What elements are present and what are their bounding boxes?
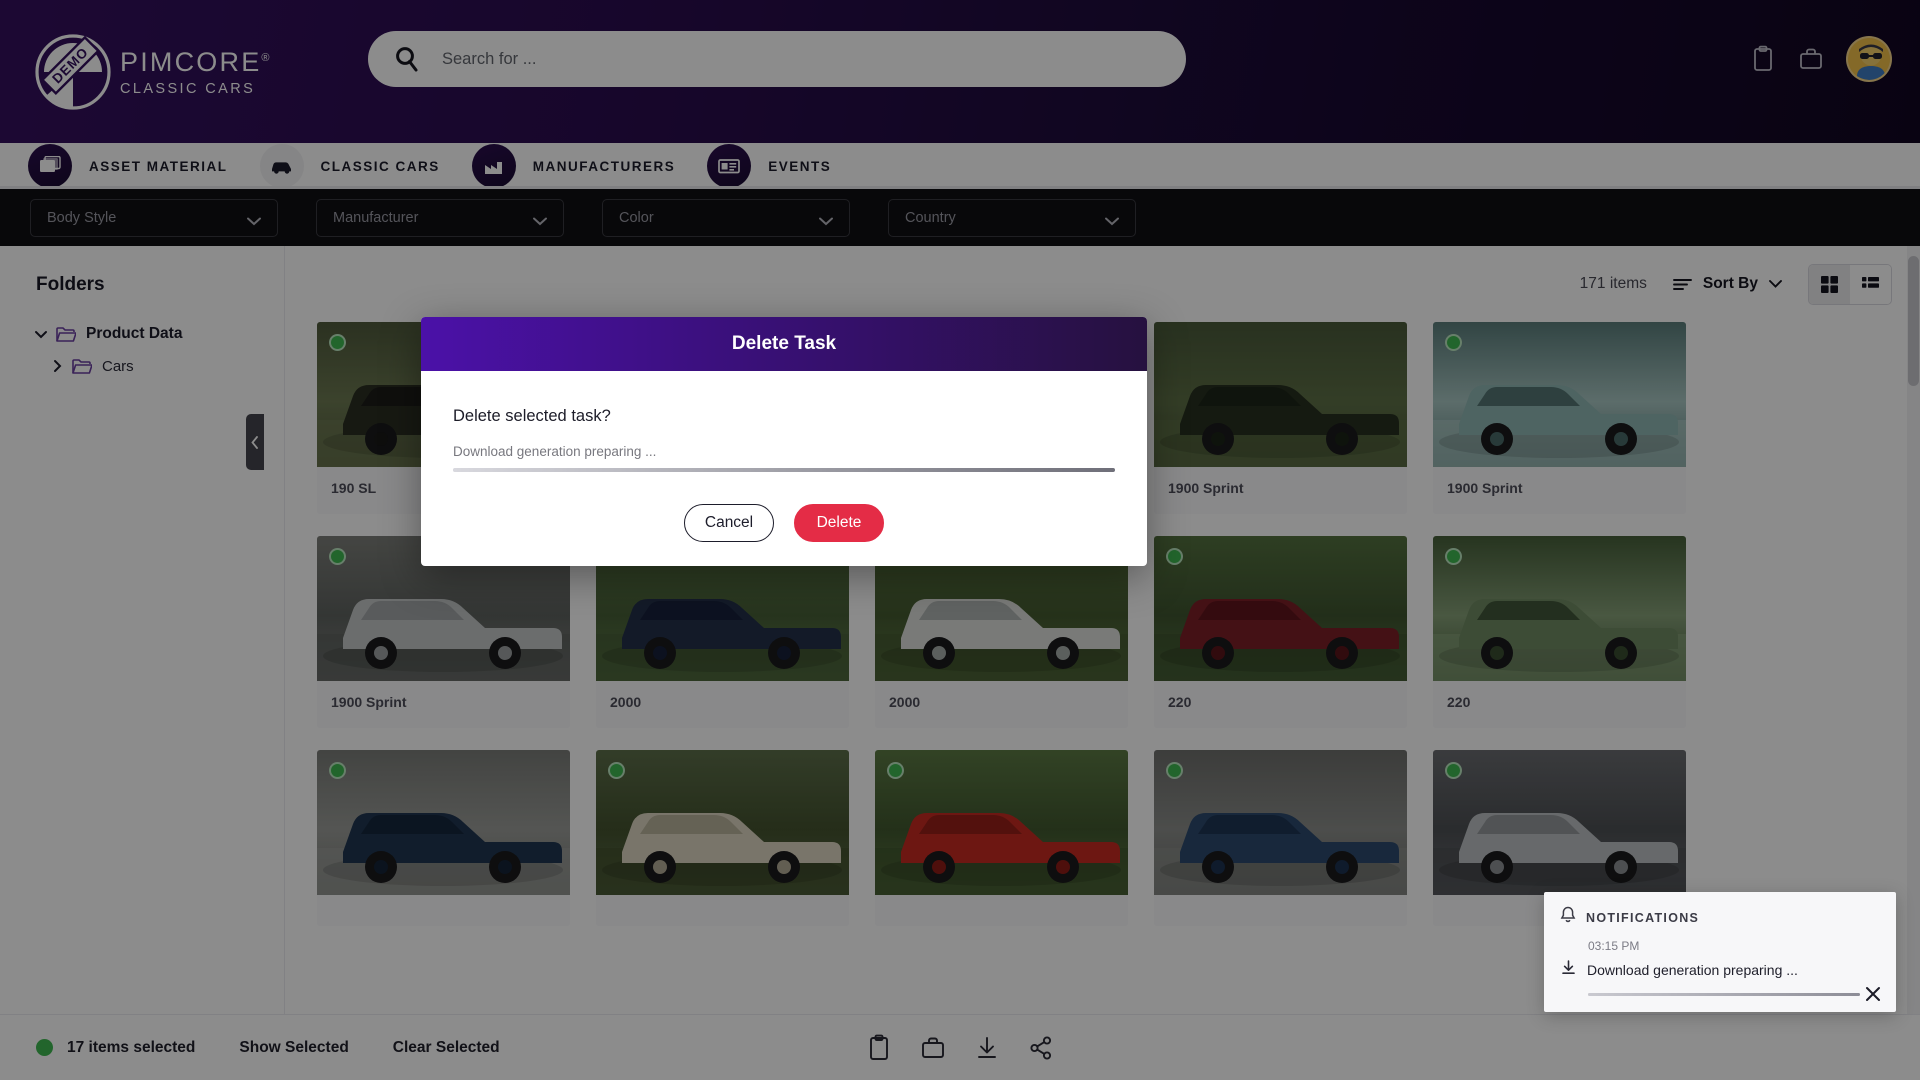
notifications-header: NOTIFICATIONS <box>1544 892 1896 939</box>
download-icon <box>1560 959 1577 981</box>
close-icon[interactable] <box>1864 985 1882 1003</box>
dialog-body: Delete selected task? Download generatio… <box>421 371 1147 542</box>
notification-item[interactable]: 03:15 PM Download generation preparing .… <box>1544 939 1896 1012</box>
dialog-title: Delete Task <box>731 333 837 354</box>
notifications-panel: NOTIFICATIONS 03:15 PM Download generati… <box>1544 892 1896 1012</box>
dialog-header: Delete Task <box>421 317 1147 371</box>
dialog-progress-bar <box>453 468 1115 472</box>
notification-message: Download generation preparing ... <box>1587 962 1798 978</box>
notification-progress-bar <box>1588 993 1860 996</box>
notifications-title: NOTIFICATIONS <box>1586 910 1700 925</box>
dialog-actions: Cancel Delete <box>453 504 1115 542</box>
cancel-button[interactable]: Cancel <box>684 504 774 542</box>
notification-time: 03:15 PM <box>1588 939 1640 953</box>
bell-icon <box>1560 906 1576 929</box>
dialog-question: Delete selected task? <box>453 407 611 425</box>
dialog-status-text: Download generation preparing ... <box>453 444 657 459</box>
delete-task-dialog: Delete Task Delete selected task? Downlo… <box>421 317 1147 566</box>
delete-button[interactable]: Delete <box>794 504 884 542</box>
